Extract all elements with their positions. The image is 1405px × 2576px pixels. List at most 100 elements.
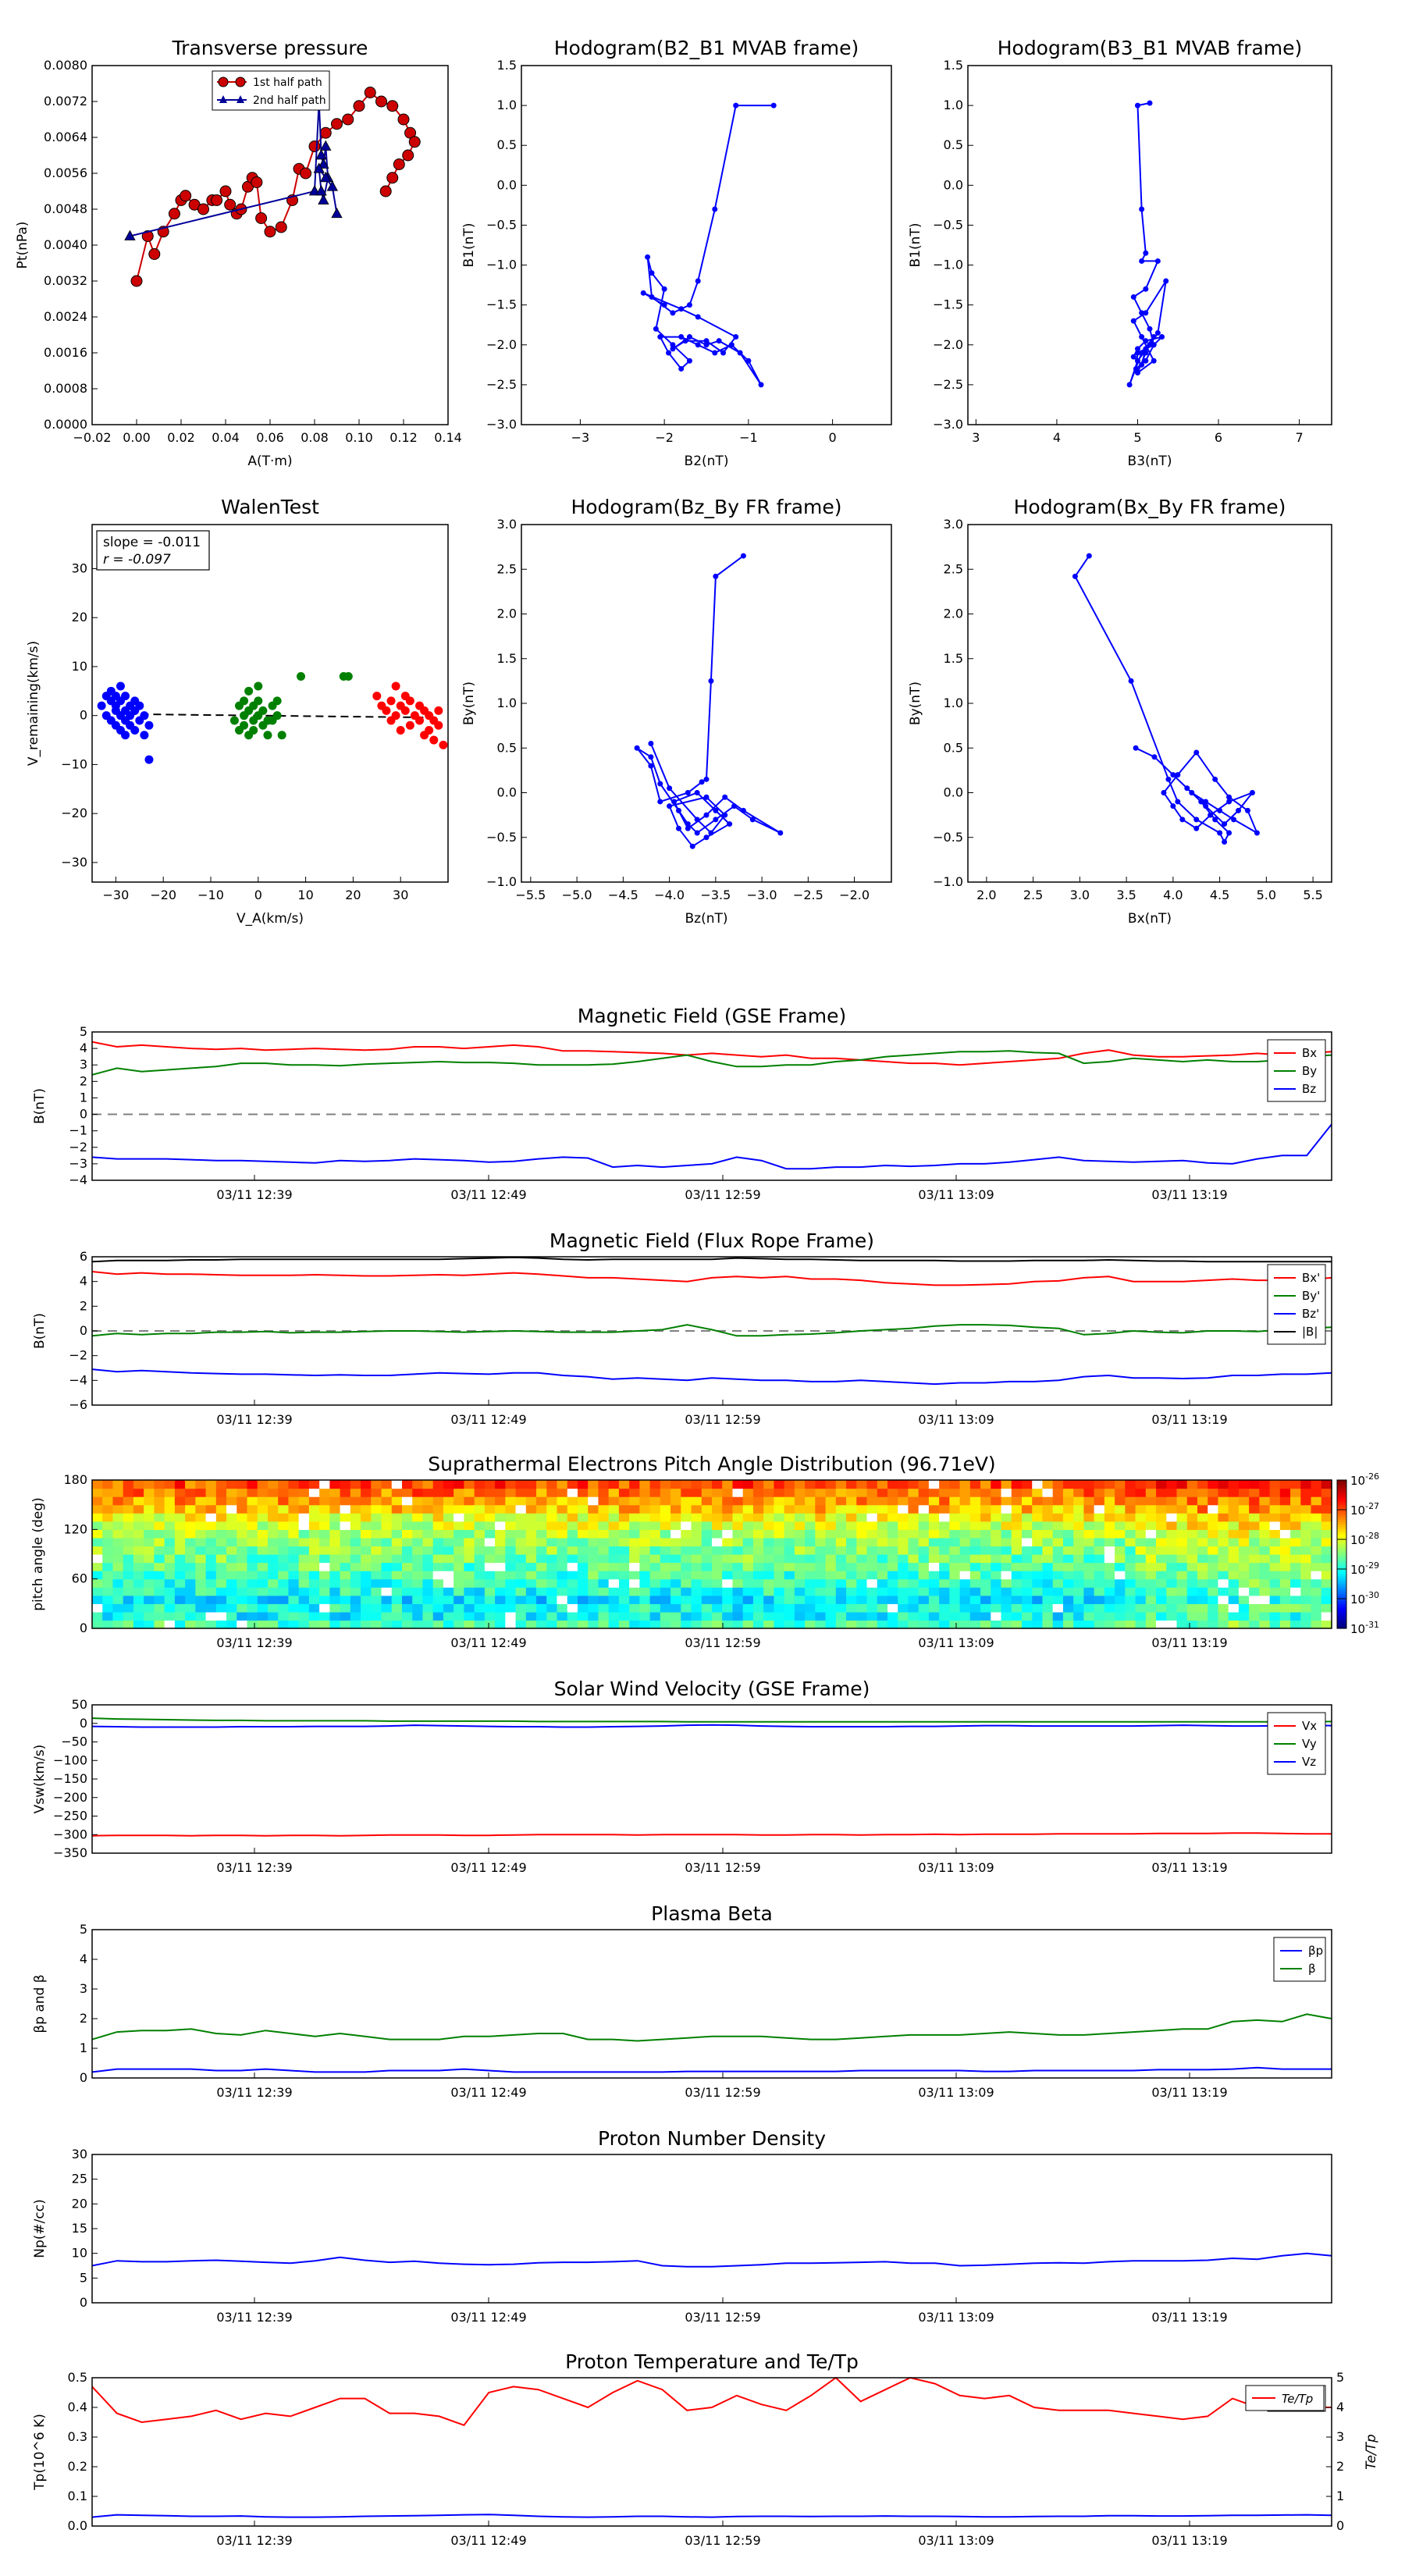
heatmap-cell [92, 1537, 103, 1547]
heatmap-cell [1311, 1537, 1322, 1547]
heatmap-cell [701, 1611, 713, 1621]
heatmap-cell [701, 1521, 713, 1530]
heatmap-cell [1269, 1529, 1281, 1539]
heatmap-cell [712, 1611, 723, 1621]
heatmap-cell [1218, 1554, 1229, 1564]
heatmap-cell [670, 1554, 681, 1564]
y-tick-label: 2.0 [944, 607, 963, 621]
heatmap-cell [928, 1578, 940, 1588]
heatmap-cell [1156, 1513, 1167, 1522]
heatmap-cell [319, 1578, 330, 1588]
heatmap-cell [598, 1620, 610, 1629]
data-point [1231, 817, 1237, 823]
heatmap-cell [164, 1521, 176, 1530]
heatmap-cell [1094, 1488, 1105, 1497]
x-tick-label: −10 [197, 888, 224, 902]
heatmap-cell [846, 1595, 857, 1604]
data-point [1151, 754, 1158, 760]
heatmap-cell [1032, 1513, 1044, 1522]
heatmap-cell [257, 1546, 269, 1555]
heatmap-cell [618, 1578, 630, 1588]
heatmap-cell [1321, 1595, 1332, 1604]
heatmap-cell [267, 1496, 279, 1506]
x-tick-label: 3.0 [1070, 888, 1090, 902]
heatmap-cell [226, 1595, 237, 1604]
heatmap-cell [1145, 1480, 1157, 1489]
heatmap-cell [949, 1595, 961, 1604]
heatmap-cell [815, 1504, 827, 1514]
heatmap-cell [215, 1537, 227, 1547]
heatmap-cell [443, 1488, 454, 1497]
heatmap-cell [939, 1587, 950, 1596]
colorbar-tick-label: 10-27 [1350, 1501, 1379, 1517]
heatmap-cell [546, 1578, 558, 1588]
heatmap-cell [515, 1496, 527, 1506]
heatmap-cell [969, 1496, 981, 1506]
legend-label: Te/Tp [1282, 2392, 1313, 2406]
y-tick-label: 0.0 [944, 785, 963, 800]
heatmap-cell [92, 1480, 103, 1489]
data-point [1130, 318, 1136, 324]
heatmap-cell [1001, 1496, 1012, 1506]
heatmap-cell [174, 1529, 186, 1539]
y-tick-label: 1.0 [944, 98, 963, 112]
heatmap-cell [1176, 1521, 1188, 1530]
heatmap-cell [1197, 1562, 1208, 1571]
chart-h31: Hodogram(B3_B1 MVAB frame)3 4 5 6 7−3.0−2.5−… [908, 37, 1332, 469]
heatmap-cell [1032, 1488, 1044, 1497]
heatmap-cell [1166, 1587, 1178, 1596]
x-tick-label: 03/11 12:59 [685, 1187, 760, 1202]
heatmap-cell [856, 1611, 868, 1621]
heatmap-cell [1062, 1488, 1074, 1497]
heatmap-cell [247, 1562, 258, 1571]
heatmap-cell [1249, 1595, 1260, 1604]
heatmap-cell [1032, 1480, 1044, 1489]
heatmap-cell [835, 1620, 847, 1629]
heatmap-cell [1083, 1595, 1095, 1604]
heatmap-cell [1218, 1546, 1229, 1555]
heatmap-cell [618, 1521, 630, 1530]
heatmap-cell [815, 1546, 827, 1555]
heatmap-cell [898, 1578, 909, 1588]
heatmap-cell [856, 1480, 868, 1489]
heatmap-cell [257, 1571, 269, 1580]
data-point [686, 302, 692, 308]
heatmap-cell [722, 1480, 734, 1489]
data-point [1179, 817, 1186, 823]
heatmap-cell [660, 1480, 671, 1489]
heatmap-cell [123, 1480, 134, 1489]
heatmap-cell [546, 1496, 558, 1506]
heatmap-cell [340, 1571, 351, 1580]
heatmap-cell [1115, 1620, 1126, 1629]
heatmap-cell [1249, 1537, 1260, 1547]
heatmap-cell [908, 1513, 919, 1522]
heatmap-cell [350, 1496, 361, 1506]
plot-frame [91, 2154, 1332, 2304]
heatmap-cell [1062, 1620, 1074, 1629]
heatmap-cell [226, 1513, 237, 1522]
heatmap-cell [205, 1496, 217, 1506]
legend-marker [218, 76, 229, 87]
heatmap-cell [237, 1521, 248, 1530]
heatmap-cell [567, 1562, 578, 1571]
data-point [727, 821, 733, 827]
heatmap-cell [215, 1554, 227, 1564]
heatmap-cell [1218, 1513, 1229, 1522]
heatmap-cell [598, 1603, 610, 1613]
heatmap-cell [278, 1595, 290, 1604]
data-point [121, 731, 130, 740]
heatmap-cell [959, 1595, 971, 1604]
data-point [144, 720, 154, 730]
heatmap-cell [505, 1611, 517, 1621]
figure-canvas: Transverse pressure−0.02 0.00 0.02 0.04 0.06… [15, 37, 1379, 2548]
heatmap-cell [1311, 1488, 1322, 1497]
heatmap-cell [350, 1587, 361, 1596]
heatmap-cell [1125, 1587, 1136, 1596]
heatmap-cell [308, 1562, 320, 1571]
heatmap-cell [391, 1587, 403, 1596]
heatmap-cell [1249, 1562, 1260, 1571]
heatmap-cell [732, 1480, 744, 1489]
heatmap-cell [484, 1587, 496, 1596]
heatmap-cell [1001, 1488, 1012, 1497]
heatmap-cell [1145, 1587, 1157, 1596]
